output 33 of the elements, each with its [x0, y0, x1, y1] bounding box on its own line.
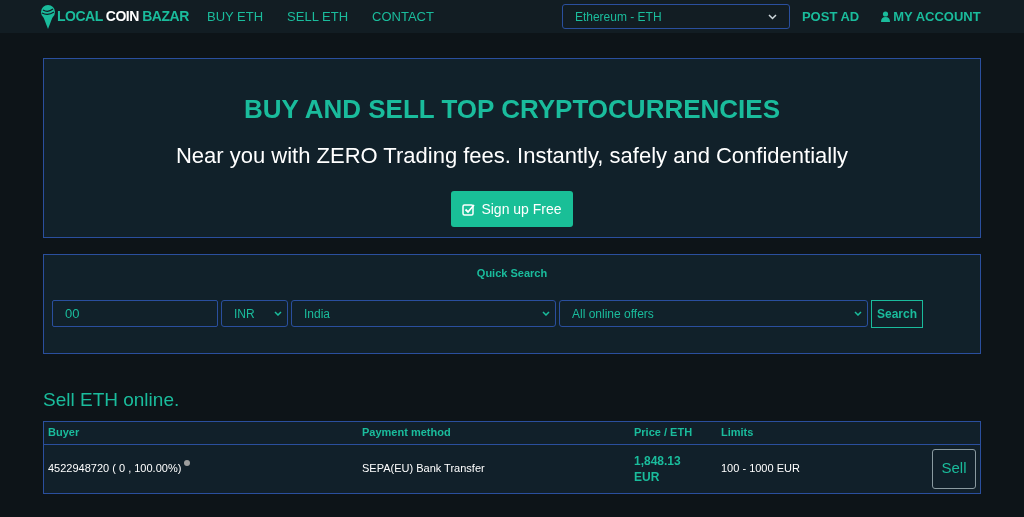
table-cell-text: 100 - 1000 EUR [721, 461, 800, 477]
column-header: Payment method [362, 425, 452, 441]
user-icon [881, 11, 891, 22]
section-heading: Sell ETH online. [43, 388, 181, 412]
chevron-down-icon [767, 13, 777, 20]
currency-dropdown[interactable]: INR [221, 300, 288, 327]
column-header: Limits [721, 425, 755, 441]
search-button[interactable]: Search [871, 299, 924, 328]
account-link[interactable]: MY ACCOUNT [881, 6, 981, 27]
hero-title: BUY AND SELL TOP CRYPTOCURRENCIES [244, 93, 780, 126]
quick-search-title: Quick Search [476, 266, 548, 281]
country-dropdown[interactable]: India [291, 300, 556, 327]
nav-link[interactable]: CONTACT [372, 6, 434, 27]
price-value: 1,848.13 [634, 452, 682, 469]
table-cell-text: 4522948720 ( 0 , 100.00%) [48, 461, 182, 477]
logo-text: LOCAL COIN BAZAR [57, 7, 189, 26]
chevron-down-icon [542, 311, 550, 316]
sell-button[interactable]: Sell [932, 448, 976, 489]
amount-field[interactable]: 00 [52, 300, 218, 327]
chevron-down-icon [854, 311, 862, 316]
chevron-down-icon [274, 311, 282, 316]
nav-link[interactable]: POST AD [801, 6, 860, 27]
table-cell-text: SEPA(EU) Bank Transfer [362, 461, 486, 477]
offer-type-dropdown[interactable]: All online offers [559, 300, 868, 327]
logo-icon [40, 3, 56, 30]
nav-link[interactable]: BUY ETH [207, 6, 264, 27]
checkbox-icon [462, 202, 476, 216]
currency-select[interactable]: Ethereum - ETH [561, 4, 790, 29]
hero-subtitle: Near you with ZERO Trading fees. Instantly, safely and Confidentially [175, 142, 849, 170]
column-header: Price / ETH [634, 425, 694, 441]
column-header: Buyer [48, 425, 81, 441]
nav-link[interactable]: SELL ETH [287, 6, 349, 27]
price-currency: EUR [634, 468, 661, 485]
